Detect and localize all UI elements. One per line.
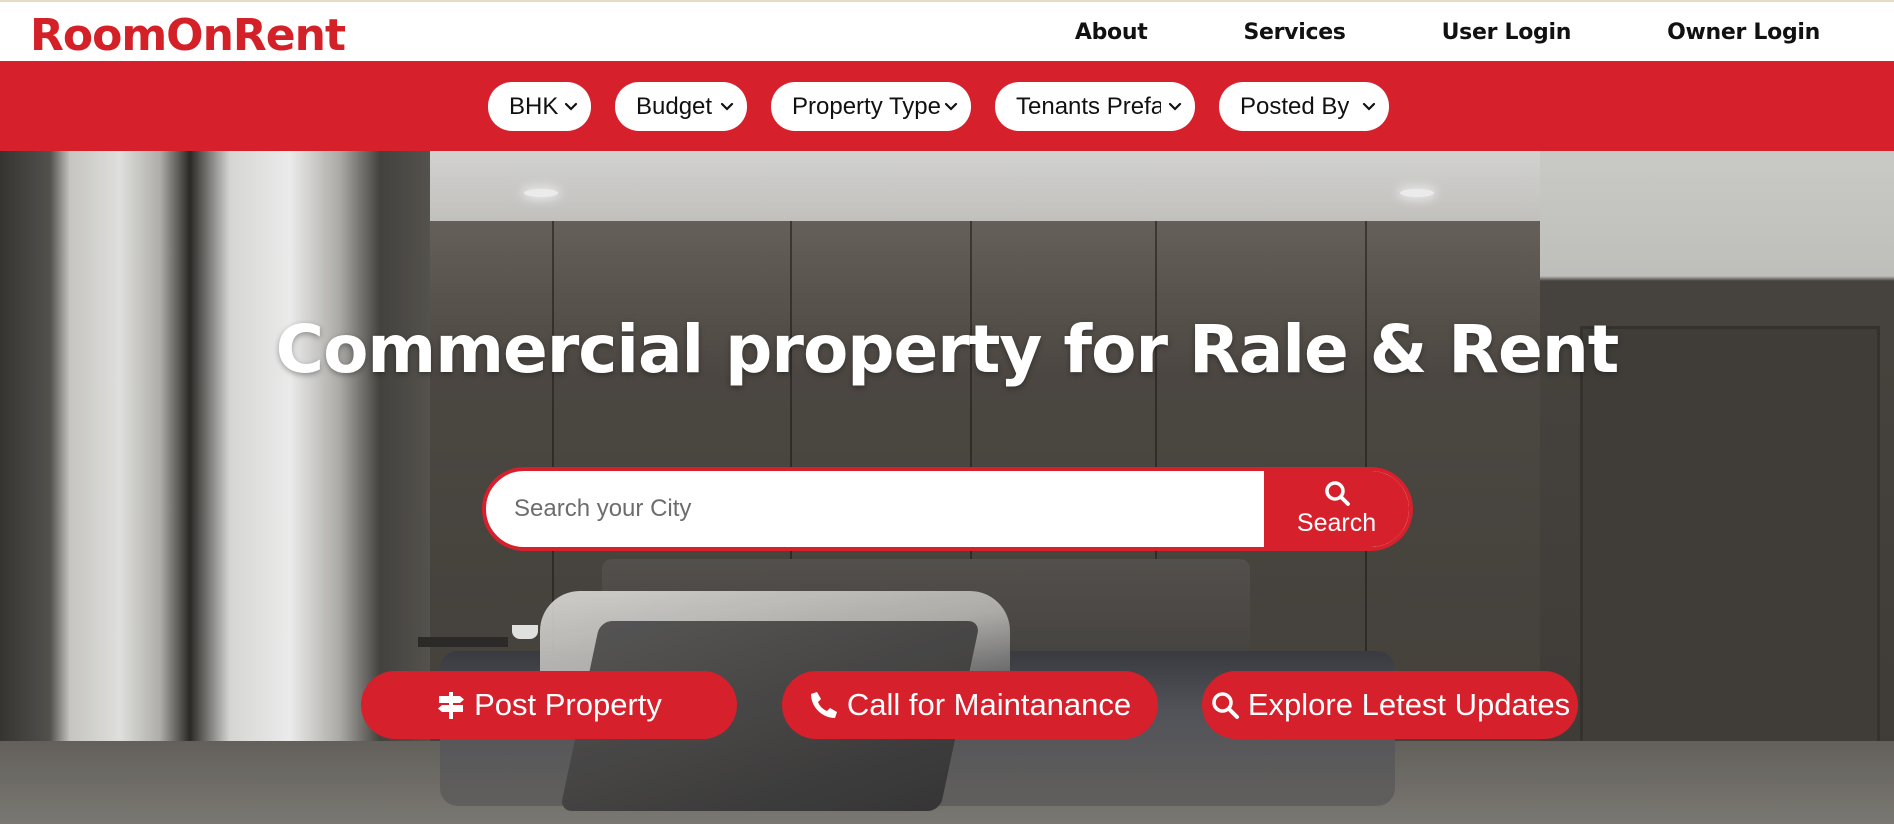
search-button[interactable]: Search: [1264, 471, 1409, 547]
filter-tenants-preference-label: Tenants Prefar: [1016, 92, 1161, 120]
filter-bhk-label: BHK: [509, 92, 559, 120]
call-maintenance-label: Call for Maintanance: [846, 687, 1132, 722]
hero-title: Commercial property for Rale & Rent: [275, 311, 1620, 388]
search-icon: [1324, 481, 1350, 506]
filter-bhk[interactable]: BHK: [488, 82, 591, 131]
nav-link-services[interactable]: Services: [1243, 20, 1345, 45]
filter-property-type-label: Property Type: [792, 92, 941, 120]
nav-link-user-login[interactable]: User Login: [1442, 20, 1572, 45]
hero-section: Commercial property for Rale & Rent Sear…: [0, 151, 1894, 824]
post-property-label: Post Property: [474, 687, 662, 722]
call-maintenance-button[interactable]: Call for Maintanance: [782, 671, 1158, 739]
explore-updates-label: Explore Letest Updates: [1247, 687, 1571, 722]
chevron-down-icon: [564, 102, 578, 111]
chevron-down-icon: [1168, 102, 1182, 111]
filter-property-type[interactable]: Property Type: [771, 82, 971, 131]
filter-bar: BHK Budget Property Type Tenants Prefar …: [0, 61, 1894, 151]
phone-icon: [810, 692, 837, 718]
post-property-button[interactable]: Post Property: [361, 671, 737, 739]
main-nav: About Services User Login Owner Login: [979, 2, 1820, 63]
explore-updates-button[interactable]: Explore Letest Updates: [1202, 671, 1578, 739]
chevron-down-icon: [944, 102, 958, 111]
city-search-bar: Search: [482, 467, 1413, 551]
site-header: RoomOnRent About Services User Login Own…: [0, 0, 1894, 61]
filter-budget-label: Budget: [636, 92, 713, 120]
nav-link-about[interactable]: About: [1075, 20, 1148, 45]
filter-posted-by[interactable]: Posted By: [1219, 82, 1389, 131]
search-icon: [1212, 692, 1239, 719]
chevron-down-icon: [720, 102, 734, 111]
filter-posted-by-label: Posted By: [1240, 92, 1350, 120]
nav-link-owner-login[interactable]: Owner Login: [1667, 20, 1820, 45]
signpost-icon: [438, 692, 465, 719]
filter-tenants-preference[interactable]: Tenants Prefar: [995, 82, 1195, 131]
chevron-down-icon: [1362, 102, 1376, 111]
site-logo[interactable]: RoomOnRent: [30, 10, 346, 62]
city-search-input[interactable]: [514, 471, 1254, 547]
search-button-label: Search: [1296, 509, 1377, 537]
filter-budget[interactable]: Budget: [615, 82, 747, 131]
